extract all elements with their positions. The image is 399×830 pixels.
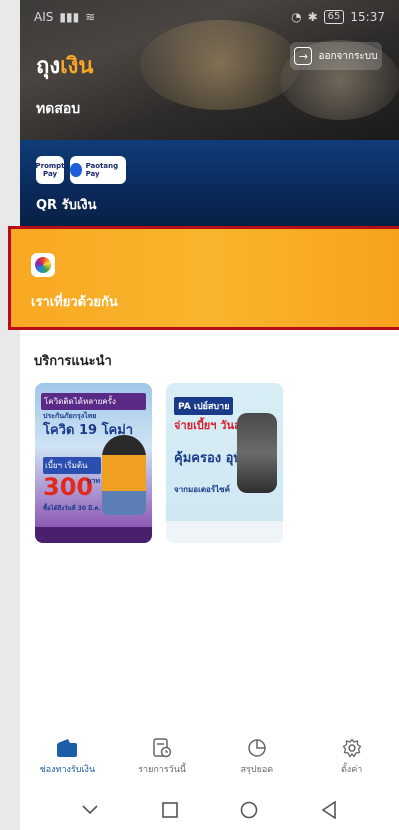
shop-name: ทดสอบ <box>36 101 81 117</box>
promo-card-pa[interactable]: PA เปย์สบาย จ่ายเบี้ยฯ วันละบาท คุ้มครอง… <box>166 383 283 543</box>
nav-item-settings[interactable]: ตั้งค่า <box>307 738 397 776</box>
battery-icon: 65 <box>323 10 345 24</box>
paotang-logo: Paotang Pay <box>70 156 126 184</box>
app-logo: ถุงเงิน <box>36 48 93 83</box>
promo-footer <box>166 521 283 543</box>
nav-label: ช่องทางรับเงิน <box>39 765 96 775</box>
carrier-label: AIS <box>34 10 54 24</box>
bottom-nav: ช่องทางรับเงิน รายการวันนี้ สรุปยอด ตั้ง… <box>20 738 399 788</box>
wallet-icon <box>56 738 78 758</box>
recents-square-icon[interactable] <box>158 798 182 822</box>
back-triangle-icon[interactable] <box>317 798 341 822</box>
nav-label: สรุปยอด <box>240 765 274 775</box>
promo-subtitle: ประกันภัยกรุงไทย <box>43 412 97 420</box>
wifi-icon: ≋ <box>85 10 96 24</box>
tour-card-label: เราเที่ยวด้วยกัน <box>31 295 118 310</box>
logout-label: ออกจากระบบ <box>318 50 378 62</box>
pie-chart-icon <box>246 738 268 758</box>
promo-person-image <box>102 435 146 515</box>
alarm-icon: ◔ <box>291 10 302 24</box>
nav-item-today[interactable]: รายการวันนี้ <box>117 738 207 776</box>
promo-subtext: จากมอเตอร์ไซค์ <box>174 485 230 494</box>
home-circle-icon[interactable] <box>237 798 261 822</box>
qr-receive-card[interactable]: Prompt Pay Paotang Pay QR รับเงิน <box>20 140 399 230</box>
promo-date: ซื้อได้ถึงวันที่ 30 มี.ค. 66 <box>43 505 112 512</box>
tour-logo-mark <box>35 257 51 273</box>
nav-item-summary[interactable]: สรุปยอด <box>212 738 302 776</box>
logout-icon: → <box>294 47 313 65</box>
system-nav-bar <box>20 790 399 830</box>
gear-icon <box>341 738 363 758</box>
promo-scooter-image <box>237 413 277 493</box>
promo-title: โควิดติดได้หลายครั้ง <box>41 393 146 410</box>
qr-card-label: QR รับเงิน <box>36 198 97 213</box>
receipt-clock-icon <box>151 738 173 758</box>
promo-premium-label: เบี้ยฯ เริ่มต้น <box>43 457 101 474</box>
nav-label: ตั้งค่า <box>340 765 363 775</box>
logo-text: ถุง <box>36 54 61 79</box>
promo-price: 300 <box>43 473 94 501</box>
screen-edge <box>0 0 20 830</box>
promo-footer <box>35 527 152 543</box>
app-screen: AIS ▮▮▮ ≋ ◔ ✱ 65 15:37 ถุงเงิน → ออกจากร… <box>0 0 399 830</box>
services-title: บริการแนะนำ <box>34 354 112 369</box>
nav-label: รายการวันนี้ <box>138 765 187 775</box>
status-bar: AIS ▮▮▮ ≋ ◔ ✱ 65 15:37 <box>20 0 399 34</box>
paotang-label: Paotang Pay <box>85 162 119 178</box>
paotang-icon <box>70 163 82 177</box>
tour-together-card[interactable]: เราเที่ยวด้วยกัน <box>8 226 399 330</box>
nav-item-receive-channels[interactable]: ช่องทางรับเงิน <box>22 738 112 776</box>
logo-text-highlight: เงิน <box>60 54 94 79</box>
signal-icon: ▮▮▮ <box>59 10 80 24</box>
back-chevron-icon[interactable] <box>78 798 102 822</box>
promo-title: PA เปย์สบาย <box>174 397 234 415</box>
bluetooth-icon: ✱ <box>307 10 318 24</box>
tour-together-icon <box>31 253 55 277</box>
payment-badges: Prompt Pay Paotang Pay <box>35 156 126 184</box>
promo-card-covid[interactable]: โควิดติดได้หลายครั้ง ประกันภัยกรุงไทย โค… <box>35 383 152 543</box>
logout-button[interactable]: → ออกจากระบบ <box>290 42 382 70</box>
promptpay-logo: Prompt Pay <box>35 156 65 184</box>
status-time: 15:37 <box>350 10 385 24</box>
